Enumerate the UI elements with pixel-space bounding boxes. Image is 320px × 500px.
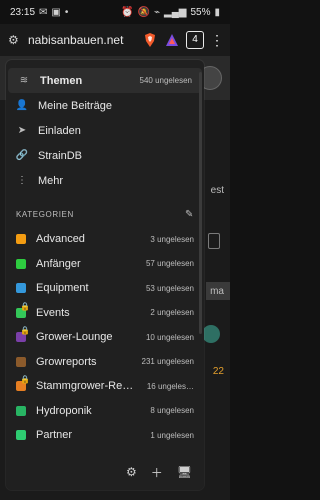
nav-item-label: Themen bbox=[40, 74, 83, 87]
tabs-count: 4 bbox=[192, 34, 198, 45]
more-dots-icon: • bbox=[64, 6, 69, 18]
background-snippet: est bbox=[210, 185, 224, 196]
drawer-footer: ⚙ ＋ 🖥 bbox=[6, 454, 204, 490]
categories-list: Advanced 3 ungelesen Anfänger 57 ungeles… bbox=[6, 225, 204, 448]
settings-gear-icon[interactable]: ⚙ bbox=[126, 465, 137, 479]
lock-icon: 🔒 bbox=[20, 301, 30, 311]
background-snippet: ma bbox=[210, 286, 224, 297]
category-unread: 3 ungelesen bbox=[150, 234, 194, 244]
status-time: 23:15 bbox=[10, 6, 36, 18]
category-color-swatch bbox=[16, 258, 26, 269]
category-label: Grower-Lounge bbox=[36, 331, 113, 344]
nav-item-label: Mehr bbox=[38, 174, 64, 187]
category-unread: 10 ungelesen bbox=[145, 332, 194, 342]
categories-title: KATEGORIEN bbox=[16, 209, 74, 219]
add-plus-icon[interactable]: ＋ bbox=[151, 464, 163, 481]
browser-menu-icon[interactable]: ⋮ bbox=[210, 32, 224, 49]
category-unread: 2 ungelesen bbox=[150, 308, 194, 318]
category-equipment[interactable]: Equipment 53 ungelesen bbox=[6, 276, 204, 301]
category-label: Hydroponik bbox=[36, 404, 92, 417]
category-hydroponik[interactable]: Hydroponik 8 ungelesen bbox=[6, 399, 204, 424]
category-unread: 231 ungelesen bbox=[141, 357, 195, 367]
category-label: Growreports bbox=[36, 355, 97, 368]
category-color-swatch bbox=[16, 430, 26, 441]
battery-icon: ▮ bbox=[214, 6, 220, 18]
link-icon: 🔗 bbox=[15, 150, 29, 161]
nav-item-label: StrainDB bbox=[38, 149, 83, 162]
category-label: Advanced bbox=[36, 233, 85, 246]
background-count: 22 bbox=[212, 366, 224, 377]
status-right: ⏰ 🔕 ⌁ ▂▄▆ 55% ▮ bbox=[121, 7, 220, 18]
category-unread: 8 ungelesen bbox=[150, 406, 194, 416]
category-label: Anfänger bbox=[36, 257, 81, 270]
mute-icon: 🔕 bbox=[137, 6, 150, 18]
nav-item-themen[interactable]: ≋ Themen 540 ungelesen bbox=[8, 68, 202, 93]
more-vert-icon: ⋮ bbox=[17, 175, 27, 186]
category-anfaenger[interactable]: Anfänger 57 ungelesen bbox=[6, 252, 204, 277]
send-icon: ➤ bbox=[17, 125, 27, 136]
alarm-icon: ⏰ bbox=[121, 6, 134, 18]
primary-navigation: ≋ Themen 540 ungelesen 👤 Meine Beiträge … bbox=[6, 60, 204, 193]
category-grower-lounge[interactable]: 🔒 Grower-Lounge 10 ungelesen bbox=[6, 325, 204, 350]
gallery-icon: ▣ bbox=[51, 6, 61, 18]
edit-categories-icon[interactable]: ✎ bbox=[185, 209, 194, 220]
category-events[interactable]: 🔒 Events 2 ungelesen bbox=[6, 301, 204, 326]
lock-icon: 🔒 bbox=[20, 326, 30, 336]
category-partner[interactable]: Partner 1 ungelesen bbox=[6, 423, 204, 448]
message-icon: ✉ bbox=[39, 6, 48, 18]
category-color-swatch bbox=[16, 356, 26, 367]
nav-item-straindb[interactable]: 🔗 StrainDB bbox=[6, 143, 204, 168]
nav-item-mehr[interactable]: ⋮ Mehr bbox=[6, 168, 204, 193]
sidebar-drawer: ≋ Themen 540 ungelesen 👤 Meine Beiträge … bbox=[6, 60, 204, 490]
background-avatar-green bbox=[202, 325, 220, 343]
category-unread: 53 ungelesen bbox=[145, 283, 194, 293]
category-color-swatch: 🔒 bbox=[16, 375, 30, 392]
tabs-count-button[interactable]: 4 bbox=[186, 31, 204, 49]
nav-item-label: Meine Beiträge bbox=[38, 99, 112, 112]
layers-icon: ≋ bbox=[19, 75, 29, 86]
background-button bbox=[208, 233, 220, 249]
lock-icon: 🔒 bbox=[20, 375, 30, 385]
signal-icon: ▂▄▆ bbox=[164, 6, 187, 18]
category-stammgrower-reports[interactable]: 🔒 Stammgrower-Repor… 16 ungeles… bbox=[6, 374, 204, 399]
category-unread: 57 ungelesen bbox=[145, 259, 194, 269]
battery-percent: 55% bbox=[190, 6, 211, 18]
nav-item-label: Einladen bbox=[38, 124, 81, 137]
nav-item-meta: 540 ungelesen bbox=[139, 76, 193, 85]
category-label: Events bbox=[36, 306, 70, 319]
status-left: 23:15 ✉ ▣ • bbox=[10, 7, 68, 18]
browser-bar: ⚙ nabisanbauen.net 4 ⋮ bbox=[0, 24, 230, 56]
category-color-swatch bbox=[16, 283, 26, 294]
brave-shield-icon[interactable] bbox=[142, 32, 158, 48]
nav-item-einladen[interactable]: ➤ Einladen bbox=[6, 118, 204, 143]
categories-header: KATEGORIEN ✎ bbox=[6, 203, 204, 225]
category-color-swatch bbox=[16, 405, 26, 416]
tune-icon[interactable]: ⚙ bbox=[8, 33, 22, 47]
category-advanced[interactable]: Advanced 3 ungelesen bbox=[6, 227, 204, 252]
category-label: Equipment bbox=[36, 282, 89, 295]
status-bar: 23:15 ✉ ▣ • ⏰ 🔕 ⌁ ▂▄▆ 55% ▮ bbox=[0, 0, 230, 24]
category-color-swatch bbox=[16, 234, 26, 245]
category-color-swatch: 🔒 bbox=[16, 326, 30, 343]
wifi-icon: ⌁ bbox=[153, 6, 160, 18]
drawer-scrollbar[interactable] bbox=[199, 72, 202, 334]
category-label: Stammgrower-Repor… bbox=[36, 380, 137, 393]
url-bar[interactable]: nabisanbauen.net bbox=[28, 33, 136, 47]
rewards-triangle-icon[interactable] bbox=[164, 32, 180, 48]
category-label: Partner bbox=[36, 429, 73, 442]
desktop-icon[interactable]: 🖥 bbox=[177, 465, 192, 479]
user-icon: 👤 bbox=[15, 100, 29, 111]
category-color-swatch: 🔒 bbox=[16, 302, 30, 318]
nav-item-meine-beitraege[interactable]: 👤 Meine Beiträge bbox=[6, 93, 204, 118]
category-growreports[interactable]: Growreports 231 ungelesen bbox=[6, 350, 204, 375]
category-unread: 1 ungelesen bbox=[150, 430, 194, 440]
category-unread: 16 ungeles… bbox=[146, 381, 194, 391]
